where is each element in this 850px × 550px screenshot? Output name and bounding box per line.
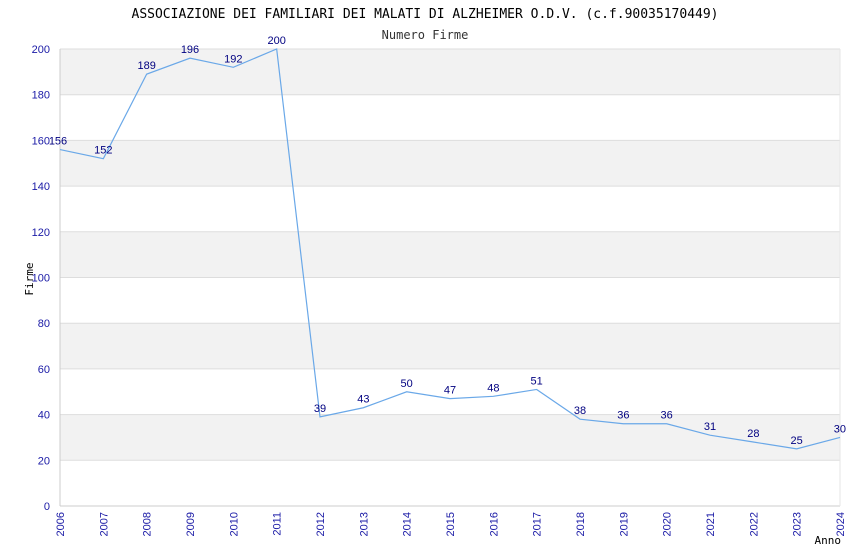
x-tick-label: 2020	[662, 512, 674, 536]
data-label: 50	[401, 378, 413, 390]
background-band	[60, 277, 840, 324]
chart-subtitle: Numero Firme	[382, 28, 469, 42]
background-band	[60, 460, 840, 506]
x-tick-label: 2021	[705, 512, 717, 536]
y-tick-label: 0	[44, 501, 50, 513]
y-tick-label: 20	[38, 455, 50, 467]
data-label: 189	[137, 60, 155, 72]
x-tick-label: 2014	[402, 512, 414, 536]
x-tick-label: 2008	[142, 512, 154, 536]
y-tick-label: 60	[38, 364, 50, 376]
x-tick-label: 2016	[488, 512, 500, 536]
y-tick-label: 200	[32, 44, 50, 56]
background-band	[60, 186, 840, 232]
x-tick-label: 2018	[575, 512, 587, 536]
x-tick-label: 2024	[835, 512, 847, 536]
y-tick-label: 120	[32, 227, 50, 239]
x-tick-label: 2010	[228, 512, 240, 536]
data-label: 39	[314, 403, 326, 415]
x-tick-label: 2009	[185, 512, 197, 536]
data-label: 30	[834, 423, 846, 435]
x-tick-label: 2011	[272, 512, 284, 536]
y-tick-label: 180	[32, 90, 50, 102]
x-tick-label: 2012	[315, 512, 327, 536]
data-label: 156	[49, 136, 67, 148]
chart-container: 0 20 40 60 80 100 120 140 160 180 200 2006 2007 2008…	[0, 0, 850, 550]
chart-title: ASSOCIAZIONE DEI FAMILIARI DEI MALATI DI…	[132, 7, 719, 22]
background-band	[60, 140, 840, 187]
data-label: 196	[181, 44, 199, 56]
background-band	[60, 49, 840, 95]
x-tick-label: 2007	[98, 512, 110, 536]
y-tick-label: 40	[38, 410, 50, 422]
x-tick-label: 2022	[748, 512, 760, 536]
x-axis-title: Anno	[815, 534, 842, 547]
x-tick-label: 2015	[445, 512, 457, 536]
x-tick-label: 2006	[55, 512, 67, 536]
y-tick-label: 160	[32, 135, 50, 147]
y-tick-label: 140	[32, 181, 50, 193]
data-label: 43	[357, 394, 369, 406]
data-label: 51	[531, 375, 543, 387]
data-label: 31	[704, 421, 716, 433]
data-label: 36	[617, 410, 629, 422]
y-tick-label: 80	[38, 318, 50, 330]
data-label: 48	[487, 382, 499, 394]
x-tick-labels: 2006 2007 2008 2009 2010 2011 2012 2013 2014 2015…	[55, 512, 847, 536]
data-label: 36	[661, 410, 673, 422]
background-band	[60, 94, 840, 141]
x-tick-label: 2013	[358, 512, 370, 536]
background-band	[60, 231, 840, 278]
data-label: 38	[574, 405, 586, 417]
data-label: 192	[224, 53, 242, 65]
data-label: 25	[791, 435, 803, 447]
y-axis-title: Firme	[23, 262, 36, 295]
x-tick-label: 2023	[792, 512, 804, 536]
line-chart: 020406080100120140160180200 2006 2007 2008…	[23, 7, 847, 547]
data-label: 47	[444, 385, 456, 397]
data-label: 28	[747, 428, 759, 440]
x-tick-label: 2019	[618, 512, 630, 536]
x-tick-label: 2017	[532, 512, 544, 536]
data-label: 152	[94, 145, 112, 157]
data-label: 200	[267, 35, 285, 47]
background-band	[60, 323, 840, 369]
